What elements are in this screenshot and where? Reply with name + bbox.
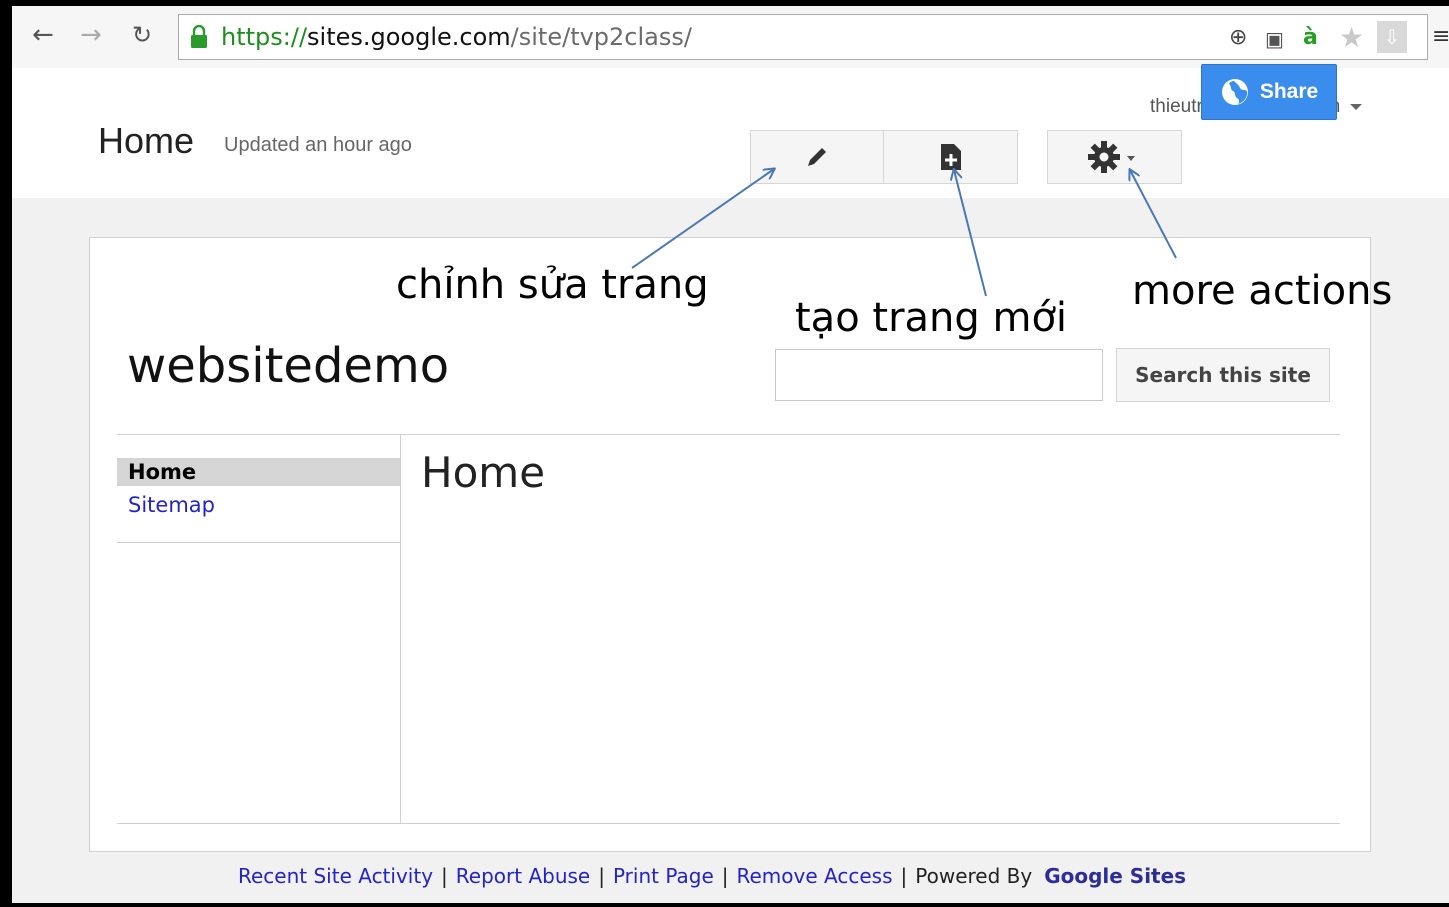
- arrow-edit: [631, 169, 774, 269]
- arrow-new-page: [954, 170, 987, 297]
- annotation-new-page: tạo trang mới: [795, 295, 1068, 341]
- arrow-more-actions: [1130, 170, 1177, 259]
- annotation-edit-page: chỉnh sửa trang: [396, 262, 709, 308]
- annotation-arrows: [631, 0, 1177, 297]
- annotation-more-actions: more actions: [1132, 268, 1393, 314]
